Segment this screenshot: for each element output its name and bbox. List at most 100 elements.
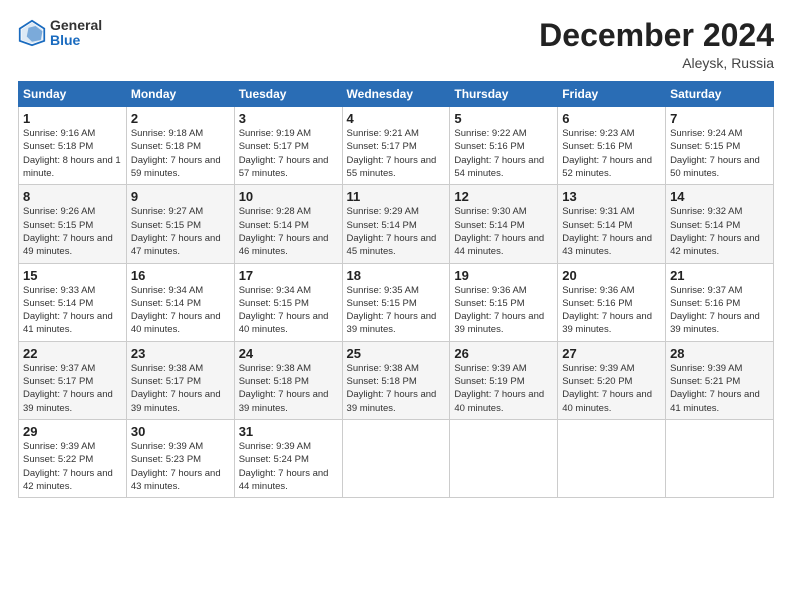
day-content: Sunrise: 9:39 AMSunset: 5:22 PMDaylight:… <box>23 441 113 492</box>
day-number: 2 <box>131 111 230 126</box>
day-cell <box>342 419 450 497</box>
day-number: 27 <box>562 346 661 361</box>
day-cell: 26Sunrise: 9:39 AMSunset: 5:19 PMDayligh… <box>450 341 558 419</box>
month-title: December 2024 <box>539 18 774 53</box>
day-number: 21 <box>670 268 769 283</box>
day-content: Sunrise: 9:26 AMSunset: 5:15 PMDaylight:… <box>23 206 113 257</box>
day-content: Sunrise: 9:34 AMSunset: 5:14 PMDaylight:… <box>131 285 221 336</box>
day-content: Sunrise: 9:32 AMSunset: 5:14 PMDaylight:… <box>670 206 760 257</box>
day-content: Sunrise: 9:33 AMSunset: 5:14 PMDaylight:… <box>23 285 113 336</box>
week-row-3: 15Sunrise: 9:33 AMSunset: 5:14 PMDayligh… <box>19 263 774 341</box>
day-content: Sunrise: 9:22 AMSunset: 5:16 PMDaylight:… <box>454 128 544 179</box>
day-cell: 7 Sunrise: 9:24 AMSunset: 5:15 PMDaylight… <box>666 107 774 185</box>
day-content: Sunrise: 9:36 AMSunset: 5:15 PMDaylight:… <box>454 285 544 336</box>
day-number: 9 <box>131 189 230 204</box>
day-number: 23 <box>131 346 230 361</box>
header: General Blue December 2024 Aleysk, Russi… <box>18 18 774 71</box>
day-number: 4 <box>347 111 446 126</box>
day-content: Sunrise: 9:38 AMSunset: 5:18 PMDaylight:… <box>347 363 437 414</box>
day-cell: 12 Sunrise: 9:30 AMSunset: 5:14 PMDayligh… <box>450 185 558 263</box>
day-number: 26 <box>454 346 553 361</box>
title-block: December 2024 Aleysk, Russia <box>539 18 774 71</box>
day-number: 6 <box>562 111 661 126</box>
day-cell: 17Sunrise: 9:34 AMSunset: 5:15 PMDayligh… <box>234 263 342 341</box>
day-content: Sunrise: 9:24 AMSunset: 5:15 PMDaylight:… <box>670 128 760 179</box>
day-number: 12 <box>454 189 553 204</box>
day-cell: 10Sunrise: 9:28 AMSunset: 5:14 PMDayligh… <box>234 185 342 263</box>
day-cell: 8 Sunrise: 9:26 AMSunset: 5:15 PMDaylight… <box>19 185 127 263</box>
day-cell: 24Sunrise: 9:38 AMSunset: 5:18 PMDayligh… <box>234 341 342 419</box>
day-number: 3 <box>239 111 338 126</box>
day-header-tuesday: Tuesday <box>234 82 342 107</box>
day-cell: 25 Sunrise: 9:38 AMSunset: 5:18 PMDayligh… <box>342 341 450 419</box>
day-cell: 28Sunrise: 9:39 AMSunset: 5:21 PMDayligh… <box>666 341 774 419</box>
day-header-monday: Monday <box>126 82 234 107</box>
day-number: 8 <box>23 189 122 204</box>
day-content: Sunrise: 9:18 AMSunset: 5:18 PMDaylight:… <box>131 128 221 179</box>
day-cell: 3 Sunrise: 9:19 AMSunset: 5:17 PMDaylight… <box>234 107 342 185</box>
day-header-wednesday: Wednesday <box>342 82 450 107</box>
day-number: 11 <box>347 189 446 204</box>
day-number: 22 <box>23 346 122 361</box>
day-number: 1 <box>23 111 122 126</box>
header-row: SundayMondayTuesdayWednesdayThursdayFrid… <box>19 82 774 107</box>
day-content: Sunrise: 9:27 AMSunset: 5:15 PMDaylight:… <box>131 206 221 257</box>
day-content: Sunrise: 9:39 AMSunset: 5:20 PMDaylight:… <box>562 363 652 414</box>
day-cell: 21 Sunrise: 9:37 AMSunset: 5:16 PMDayligh… <box>666 263 774 341</box>
logo: General Blue <box>18 18 102 49</box>
day-content: Sunrise: 9:35 AMSunset: 5:15 PMDaylight:… <box>347 285 437 336</box>
week-row-2: 8 Sunrise: 9:26 AMSunset: 5:15 PMDaylight… <box>19 185 774 263</box>
day-number: 14 <box>670 189 769 204</box>
day-cell: 31 Sunrise: 9:39 AMSunset: 5:24 PMDayligh… <box>234 419 342 497</box>
day-cell: 9 Sunrise: 9:27 AMSunset: 5:15 PMDaylight… <box>126 185 234 263</box>
day-header-sunday: Sunday <box>19 82 127 107</box>
day-cell: 13 Sunrise: 9:31 AMSunset: 5:14 PMDayligh… <box>558 185 666 263</box>
day-number: 13 <box>562 189 661 204</box>
logo-text: General Blue <box>50 18 102 49</box>
day-cell: 15Sunrise: 9:33 AMSunset: 5:14 PMDayligh… <box>19 263 127 341</box>
day-number: 19 <box>454 268 553 283</box>
day-number: 10 <box>239 189 338 204</box>
day-number: 31 <box>239 424 338 439</box>
day-cell: 30Sunrise: 9:39 AMSunset: 5:23 PMDayligh… <box>126 419 234 497</box>
page: General Blue December 2024 Aleysk, Russi… <box>0 0 792 612</box>
day-content: Sunrise: 9:38 AMSunset: 5:17 PMDaylight:… <box>131 363 221 414</box>
day-content: Sunrise: 9:21 AMSunset: 5:17 PMDaylight:… <box>347 128 437 179</box>
day-cell: 14 Sunrise: 9:32 AMSunset: 5:14 PMDayligh… <box>666 185 774 263</box>
logo-blue-text: Blue <box>50 33 102 48</box>
day-number: 25 <box>347 346 446 361</box>
day-number: 24 <box>239 346 338 361</box>
day-number: 20 <box>562 268 661 283</box>
day-cell: 29Sunrise: 9:39 AMSunset: 5:22 PMDayligh… <box>19 419 127 497</box>
day-content: Sunrise: 9:19 AMSunset: 5:17 PMDaylight:… <box>239 128 329 179</box>
day-cell <box>666 419 774 497</box>
day-number: 7 <box>670 111 769 126</box>
week-row-1: 1 Sunrise: 9:16 AMSunset: 5:18 PMDaylight… <box>19 107 774 185</box>
day-content: Sunrise: 9:39 AMSunset: 5:21 PMDaylight:… <box>670 363 760 414</box>
day-content: Sunrise: 9:16 AMSunset: 5:18 PMDaylight:… <box>23 128 121 179</box>
day-cell: 20Sunrise: 9:36 AMSunset: 5:16 PMDayligh… <box>558 263 666 341</box>
day-cell <box>558 419 666 497</box>
day-cell: 1 Sunrise: 9:16 AMSunset: 5:18 PMDaylight… <box>19 107 127 185</box>
day-cell: 19 Sunrise: 9:36 AMSunset: 5:15 PMDayligh… <box>450 263 558 341</box>
day-cell: 16 Sunrise: 9:34 AMSunset: 5:14 PMDayligh… <box>126 263 234 341</box>
day-content: Sunrise: 9:37 AMSunset: 5:16 PMDaylight:… <box>670 285 760 336</box>
day-cell: 18 Sunrise: 9:35 AMSunset: 5:15 PMDayligh… <box>342 263 450 341</box>
day-header-friday: Friday <box>558 82 666 107</box>
day-header-saturday: Saturday <box>666 82 774 107</box>
day-number: 5 <box>454 111 553 126</box>
location: Aleysk, Russia <box>539 55 774 71</box>
day-number: 16 <box>131 268 230 283</box>
logo-general-text: General <box>50 18 102 33</box>
day-content: Sunrise: 9:37 AMSunset: 5:17 PMDaylight:… <box>23 363 113 414</box>
day-cell: 2 Sunrise: 9:18 AMSunset: 5:18 PMDaylight… <box>126 107 234 185</box>
day-cell: 11Sunrise: 9:29 AMSunset: 5:14 PMDayligh… <box>342 185 450 263</box>
day-cell: 27 Sunrise: 9:39 AMSunset: 5:20 PMDayligh… <box>558 341 666 419</box>
week-row-5: 29Sunrise: 9:39 AMSunset: 5:22 PMDayligh… <box>19 419 774 497</box>
day-content: Sunrise: 9:30 AMSunset: 5:14 PMDaylight:… <box>454 206 544 257</box>
day-content: Sunrise: 9:31 AMSunset: 5:14 PMDaylight:… <box>562 206 652 257</box>
day-cell <box>450 419 558 497</box>
day-content: Sunrise: 9:39 AMSunset: 5:24 PMDaylight:… <box>239 441 329 492</box>
day-cell: 6Sunrise: 9:23 AMSunset: 5:16 PMDaylight… <box>558 107 666 185</box>
day-number: 18 <box>347 268 446 283</box>
